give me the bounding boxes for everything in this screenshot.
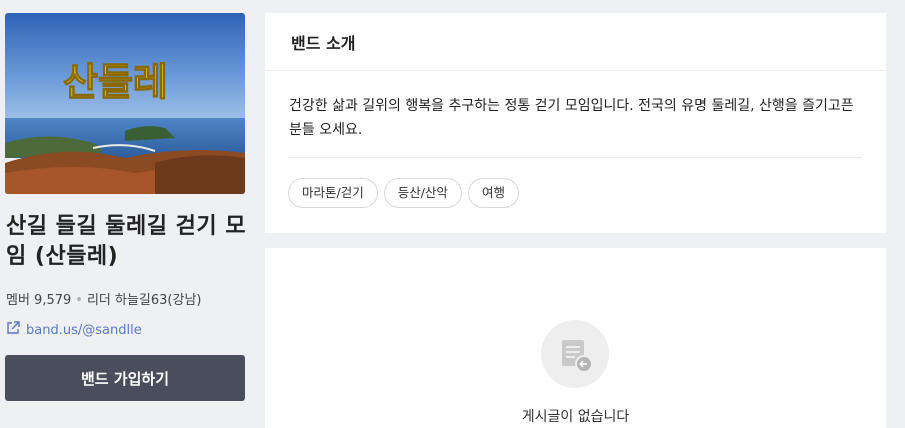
band-title: 산길 들길 둘레길 걷기 모임 (산들레) xyxy=(6,214,247,269)
intro-heading: 밴드 소개 xyxy=(265,13,886,71)
external-link-icon xyxy=(6,321,20,339)
tag-chip[interactable]: 여행 xyxy=(467,178,519,208)
join-band-button[interactable]: 밴드 가입하기 xyxy=(5,355,245,401)
tag-chip[interactable]: 등산/산악 xyxy=(383,178,462,208)
band-intro-card: 밴드 소개 건강한 삶과 길위의 행복을 추구하는 정통 걷기 모임입니다. 전… xyxy=(265,13,886,233)
band-link[interactable]: band.us/@sandlle xyxy=(6,321,142,339)
empty-state-message: 게시글이 없습니다 xyxy=(521,409,630,425)
band-link-text: band.us/@sandlle xyxy=(26,322,142,338)
leader-name[interactable]: 리더 하늘길63(강남) xyxy=(87,293,202,308)
posts-card: 게시글이 없습니다 xyxy=(265,248,886,428)
document-return-icon xyxy=(541,320,609,388)
band-cover-image[interactable]: 산들레 xyxy=(5,13,245,194)
band-meta: 멤버 9,579 • 리더 하늘길63(강남) xyxy=(6,289,202,308)
intro-description: 건강한 삶과 길위의 행복을 추구하는 정통 걷기 모임입니다. 전국의 유명 … xyxy=(289,94,862,158)
meta-separator: • xyxy=(75,293,83,308)
tag-chip[interactable]: 마라톤/걷기 xyxy=(288,178,378,208)
tag-list: 마라톤/걷기 등산/산악 여행 xyxy=(288,178,886,208)
member-count: 멤버 9,579 xyxy=(6,293,72,308)
cover-title-text: 산들레 xyxy=(63,60,168,104)
cover-illustration: 산들레 xyxy=(5,13,245,194)
